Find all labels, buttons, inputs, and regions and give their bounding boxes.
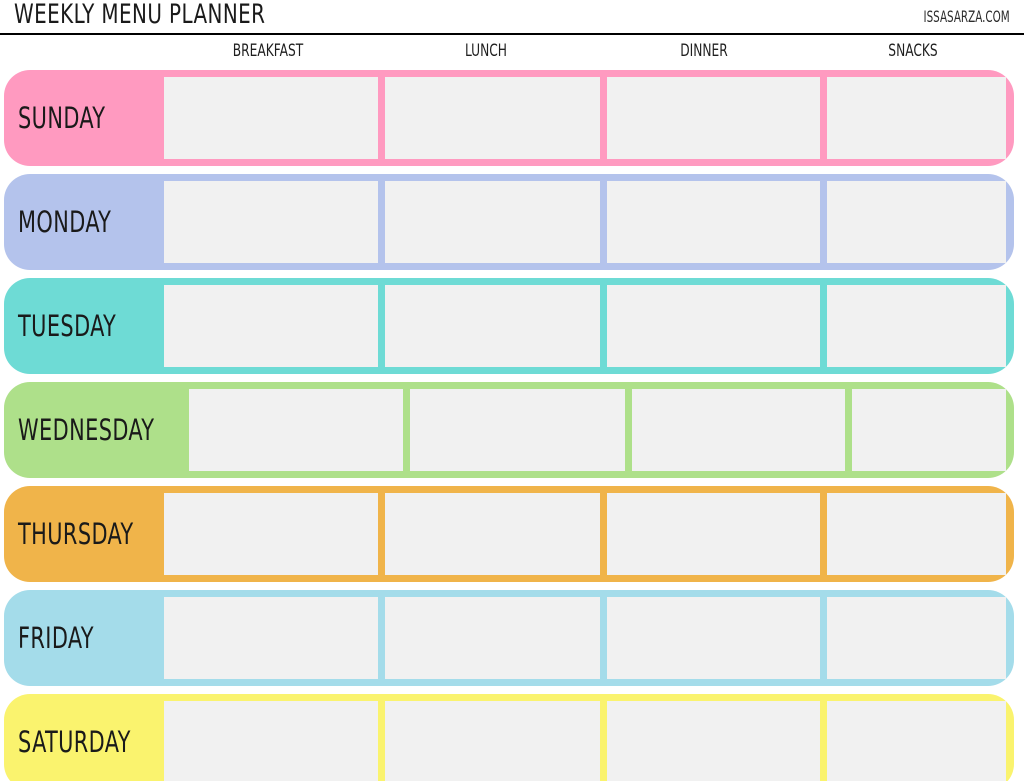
meal-cell-sunday-snacks[interactable] [827,77,1006,159]
day-label-text: TUESDAY [18,309,117,343]
meal-cell-thursday-snacks[interactable] [827,493,1006,575]
meal-cell-tuesday-breakfast[interactable] [164,285,378,367]
meal-cell-saturday-snacks[interactable] [827,701,1006,781]
day-row-friday: FRIDAY [4,590,1014,686]
meal-cell-thursday-dinner[interactable] [607,493,820,575]
day-row-thursday: THURSDAY [4,486,1014,582]
day-label-text: WEDNESDAY [18,413,155,447]
meal-cell-tuesday-dinner[interactable] [607,285,820,367]
meal-cell-friday-lunch[interactable] [385,597,600,679]
day-label-monday: MONDAY [4,174,164,270]
meal-cell-saturday-lunch[interactable] [385,701,600,781]
day-label-thursday: THURSDAY [4,486,164,582]
meal-cell-tuesday-snacks[interactable] [827,285,1006,367]
day-label-friday: FRIDAY [4,590,164,686]
page-title: WEEKLY MENU PLANNER [14,0,266,30]
meal-cell-friday-snacks[interactable] [827,597,1006,679]
title-divider [0,33,1024,35]
day-label-text: MONDAY [18,205,112,239]
column-header-lunch: LUNCH [465,41,507,61]
column-header-row: BREAKFAST LUNCH DINNER SNACKS [0,38,1024,68]
day-label-text: THURSDAY [18,517,134,551]
site-watermark: ISSASARZA.COM [923,7,1010,26]
column-header-dinner: DINNER [680,41,728,61]
meal-cell-saturday-breakfast[interactable] [164,701,378,781]
meal-cell-tuesday-lunch[interactable] [385,285,600,367]
meal-cell-monday-lunch[interactable] [385,181,600,263]
meal-cell-sunday-lunch[interactable] [385,77,600,159]
meal-cell-sunday-dinner[interactable] [607,77,820,159]
meal-cell-monday-snacks[interactable] [827,181,1006,263]
day-label-text: FRIDAY [18,621,94,655]
day-label-sunday: SUNDAY [4,70,164,166]
meal-cell-wednesday-lunch[interactable] [409,389,625,471]
planner-rows: SUNDAY MONDAY TUESDAY WEDNESDAY THURSDAY FRID… [0,70,1024,781]
day-label-text: SUNDAY [18,101,106,135]
day-row-tuesday: TUESDAY [4,278,1014,374]
meal-cell-friday-dinner[interactable] [607,597,820,679]
meal-cell-thursday-lunch[interactable] [385,493,600,575]
meal-cell-wednesday-dinner[interactable] [631,389,845,471]
meal-cells-friday [164,590,1014,686]
menu-planner-page: WEEKLY MENU PLANNER ISSASARZA.COM BREAKF… [0,0,1024,781]
meal-cells-wednesday [188,382,1014,478]
meal-cells-tuesday [164,278,1014,374]
day-row-sunday: SUNDAY [4,70,1014,166]
meal-cell-saturday-dinner[interactable] [607,701,820,781]
day-row-saturday: SATURDAY [4,694,1014,781]
meal-cells-saturday [164,694,1014,781]
page-header: WEEKLY MENU PLANNER ISSASARZA.COM [0,0,1024,36]
column-header-snacks: SNACKS [888,41,938,61]
meal-cell-monday-dinner[interactable] [607,181,820,263]
day-label-saturday: SATURDAY [4,694,164,781]
meal-cells-monday [164,174,1014,270]
day-label-tuesday: TUESDAY [4,278,164,374]
meal-cell-sunday-breakfast[interactable] [164,77,378,159]
day-row-wednesday: WEDNESDAY [4,382,1014,478]
column-header-breakfast: BREAKFAST [232,41,304,61]
meal-cell-wednesday-breakfast[interactable] [188,389,403,471]
meal-cells-thursday [164,486,1014,582]
meal-cell-friday-breakfast[interactable] [164,597,378,679]
day-label-text: SATURDAY [18,725,131,759]
day-label-wednesday: WEDNESDAY [4,382,189,478]
meal-cell-monday-breakfast[interactable] [164,181,378,263]
meal-cells-sunday [164,70,1014,166]
meal-cell-wednesday-snacks[interactable] [851,389,1006,471]
meal-cell-thursday-breakfast[interactable] [164,493,378,575]
day-row-monday: MONDAY [4,174,1014,270]
